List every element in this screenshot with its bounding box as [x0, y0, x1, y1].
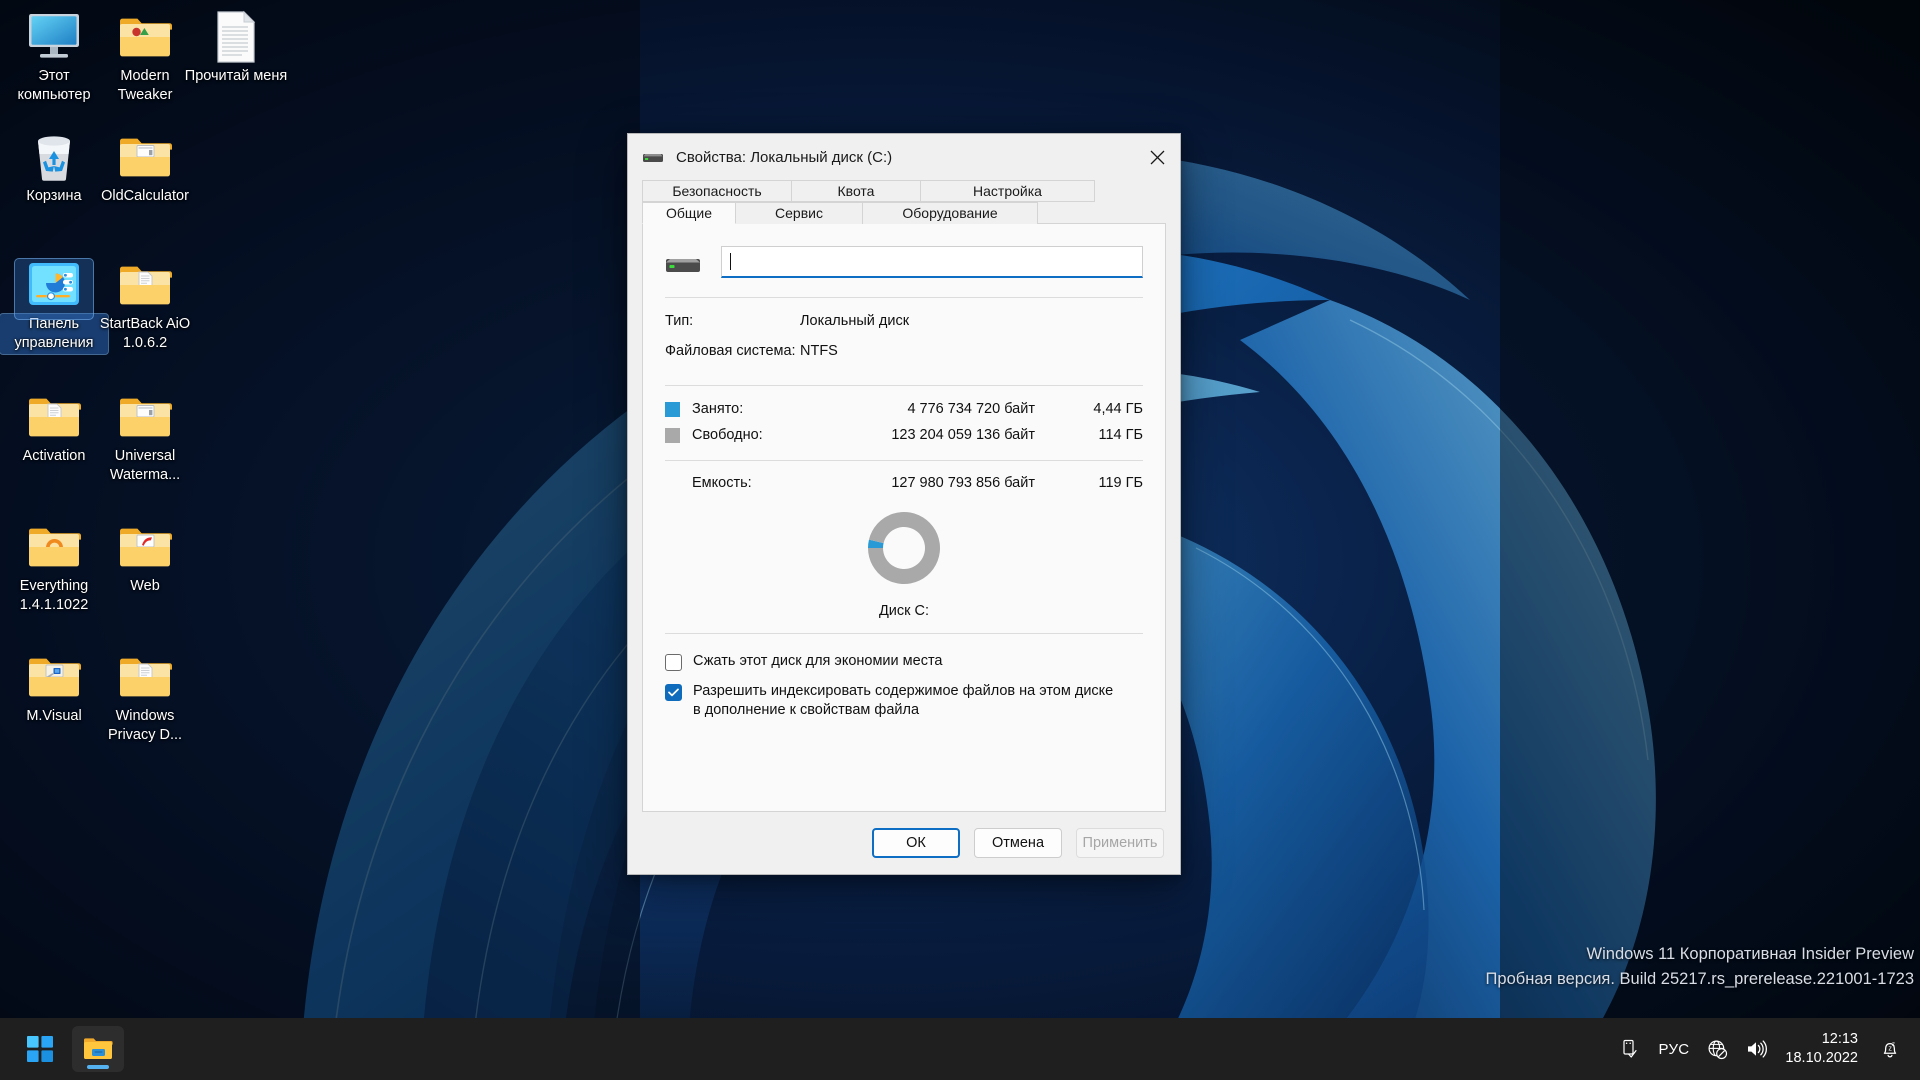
folder-window-icon: [91, 128, 199, 186]
disk-usage-pie-chart: [665, 509, 1143, 591]
dialog-button-row: ОК Отмена Применить: [628, 812, 1180, 874]
desktop-icon-5[interactable]: OldCalculator: [91, 128, 199, 207]
svg-text:z: z: [1892, 1042, 1895, 1048]
row-type: Тип: Локальный диск: [665, 306, 1143, 336]
folder-doc-icon: [91, 256, 199, 314]
taskbar-item-file-explorer[interactable]: [72, 1026, 124, 1072]
desktop-icon-label: Web: [130, 578, 160, 594]
desktop-icon-label: OldCalculator: [101, 188, 189, 204]
tab-general[interactable]: Общие: [642, 202, 736, 224]
tab-tools[interactable]: Сервис: [735, 202, 863, 224]
system-tray: РУС 12:13 18.10.2022 z z: [1611, 1018, 1920, 1080]
compress-checkbox-row[interactable]: Сжать этот диск для экономии места: [665, 652, 1143, 671]
chart-caption: Диск C:: [878, 603, 930, 619]
divider-1: [665, 297, 1143, 298]
language-indicator[interactable]: РУС: [1649, 1026, 1698, 1072]
free-space-label: Свободно:: [692, 427, 763, 443]
ok-button[interactable]: ОК: [872, 828, 960, 858]
type-key: Тип:: [665, 313, 694, 329]
desktop-icon-7[interactable]: StartBack AiO 1.0.6.2: [91, 256, 199, 354]
volume-label-input[interactable]: [721, 246, 1143, 278]
windows-build-watermark: Windows 11 Корпоративная Insider Preview…: [1486, 942, 1914, 992]
compress-checkbox[interactable]: [665, 654, 682, 671]
desktop-icon-label: StartBack AiO 1.0.6.2: [99, 316, 191, 351]
drive-properties-dialog: Свойства: Локальный диск (C:) Безопаснос…: [627, 133, 1181, 875]
free-space-bytes: 123 204 059 136 байт: [891, 427, 1035, 443]
row-capacity: Емкость: 127 980 793 856 байт 119 ГБ: [665, 469, 1143, 497]
row-filesystem: Файловая система: NTFS: [665, 336, 1143, 366]
divider-4: [665, 633, 1143, 634]
dialog-tabs: Безопасность Квота Настройка Общие Серви…: [628, 180, 1180, 224]
usb-eject-icon[interactable]: [1611, 1026, 1649, 1072]
hard-drive-large-icon: [665, 246, 703, 278]
tab-quota[interactable]: Квота: [791, 180, 921, 202]
clock[interactable]: 12:13 18.10.2022: [1777, 1030, 1870, 1068]
capacity-bytes: 127 980 793 856 байт: [891, 475, 1035, 491]
capacity-label: Емкость:: [692, 475, 752, 491]
volume-icon[interactable]: [1737, 1026, 1777, 1072]
taskbar-app-area: [0, 1026, 124, 1072]
desktop-icon-3[interactable]: Прочитай меня: [182, 8, 290, 87]
tab-row-primary: Общие Сервис Оборудование: [642, 202, 1166, 224]
compress-checkbox-label: Сжать этот диск для экономии места: [693, 653, 943, 669]
free-space-swatch: [665, 427, 680, 443]
index-checkbox-label: Разрешить индексировать содержимое файло…: [693, 683, 1114, 718]
start-button[interactable]: [14, 1026, 66, 1072]
capacity-gb: 119 ГБ: [1098, 475, 1143, 491]
filesystem-key: Файловая система:: [665, 343, 796, 359]
text-caret: [730, 253, 731, 270]
folder-doc-icon: [91, 648, 199, 706]
desktop-icon-grid: Этот компьютер Modern Tweaker Прочитай мен…: [0, 0, 287, 960]
network-offline-icon[interactable]: [1698, 1026, 1737, 1072]
used-space-gb: 4,44 ГБ: [1093, 401, 1143, 417]
free-space-gb: 114 ГБ: [1098, 427, 1143, 443]
hard-drive-icon: [642, 150, 666, 164]
clock-date: 18.10.2022: [1785, 1050, 1858, 1066]
dialog-titlebar[interactable]: Свойства: Локальный диск (C:): [628, 134, 1180, 180]
used-space-bytes: 4 776 734 720 байт: [907, 401, 1035, 417]
row-free-space: Свободно: 123 204 059 136 байт 114 ГБ: [665, 422, 1143, 448]
apply-button: Применить: [1076, 828, 1164, 858]
close-icon[interactable]: [1134, 134, 1180, 180]
tab-hardware[interactable]: Оборудование: [862, 202, 1038, 224]
desktop-icon-label: Прочитай меня: [184, 68, 288, 84]
divider-3: [665, 460, 1143, 461]
row-used-space: Занято: 4 776 734 720 байт 4,44 ГБ: [665, 396, 1143, 422]
index-checkbox[interactable]: [665, 684, 682, 701]
watermark-line-2: Пробная версия. Build 25217.rs_prereleas…: [1485, 970, 1914, 988]
tab-row-secondary: Безопасность Квота Настройка: [642, 180, 1166, 202]
pie-slice-Свободно: [868, 512, 940, 584]
tab-security[interactable]: Безопасность: [642, 180, 792, 202]
folder-window-icon: [91, 388, 199, 446]
type-value: Локальный диск: [800, 313, 910, 329]
notification-bell-dnd-icon[interactable]: z z: [1870, 1026, 1910, 1072]
tab-customize[interactable]: Настройка: [920, 180, 1095, 202]
clock-time: 12:13: [1821, 1031, 1858, 1047]
used-space-label: Занято:: [692, 401, 744, 417]
watermark-line-1: Windows 11 Корпоративная Insider Preview: [1586, 945, 1914, 963]
pie-chart-svg: [868, 512, 940, 584]
cancel-button[interactable]: Отмена: [974, 828, 1062, 858]
filesystem-value: NTFS: [800, 343, 838, 359]
volume-label-row: [665, 246, 1143, 278]
folder-web-icon: [91, 518, 199, 576]
dialog-title: Свойства: Локальный диск (C:): [676, 148, 893, 166]
general-tab-panel: Тип: Локальный диск Файловая система: NT…: [642, 223, 1166, 812]
text-document-icon: [182, 8, 290, 66]
divider-2: [665, 385, 1143, 386]
desktop-icon-9[interactable]: Universal Waterma...: [91, 388, 199, 486]
desktop-icon-label: Universal Waterma...: [109, 448, 181, 483]
desktop-icon-11[interactable]: Web: [91, 518, 199, 597]
used-space-swatch: [665, 401, 680, 417]
desktop-icon-label: Windows Privacy D...: [107, 708, 183, 743]
taskbar: РУС 12:13 18.10.2022 z z: [0, 1018, 1920, 1080]
index-checkbox-row[interactable]: Разрешить индексировать содержимое файло…: [665, 682, 1143, 720]
desktop-icon-13[interactable]: Windows Privacy D...: [91, 648, 199, 746]
